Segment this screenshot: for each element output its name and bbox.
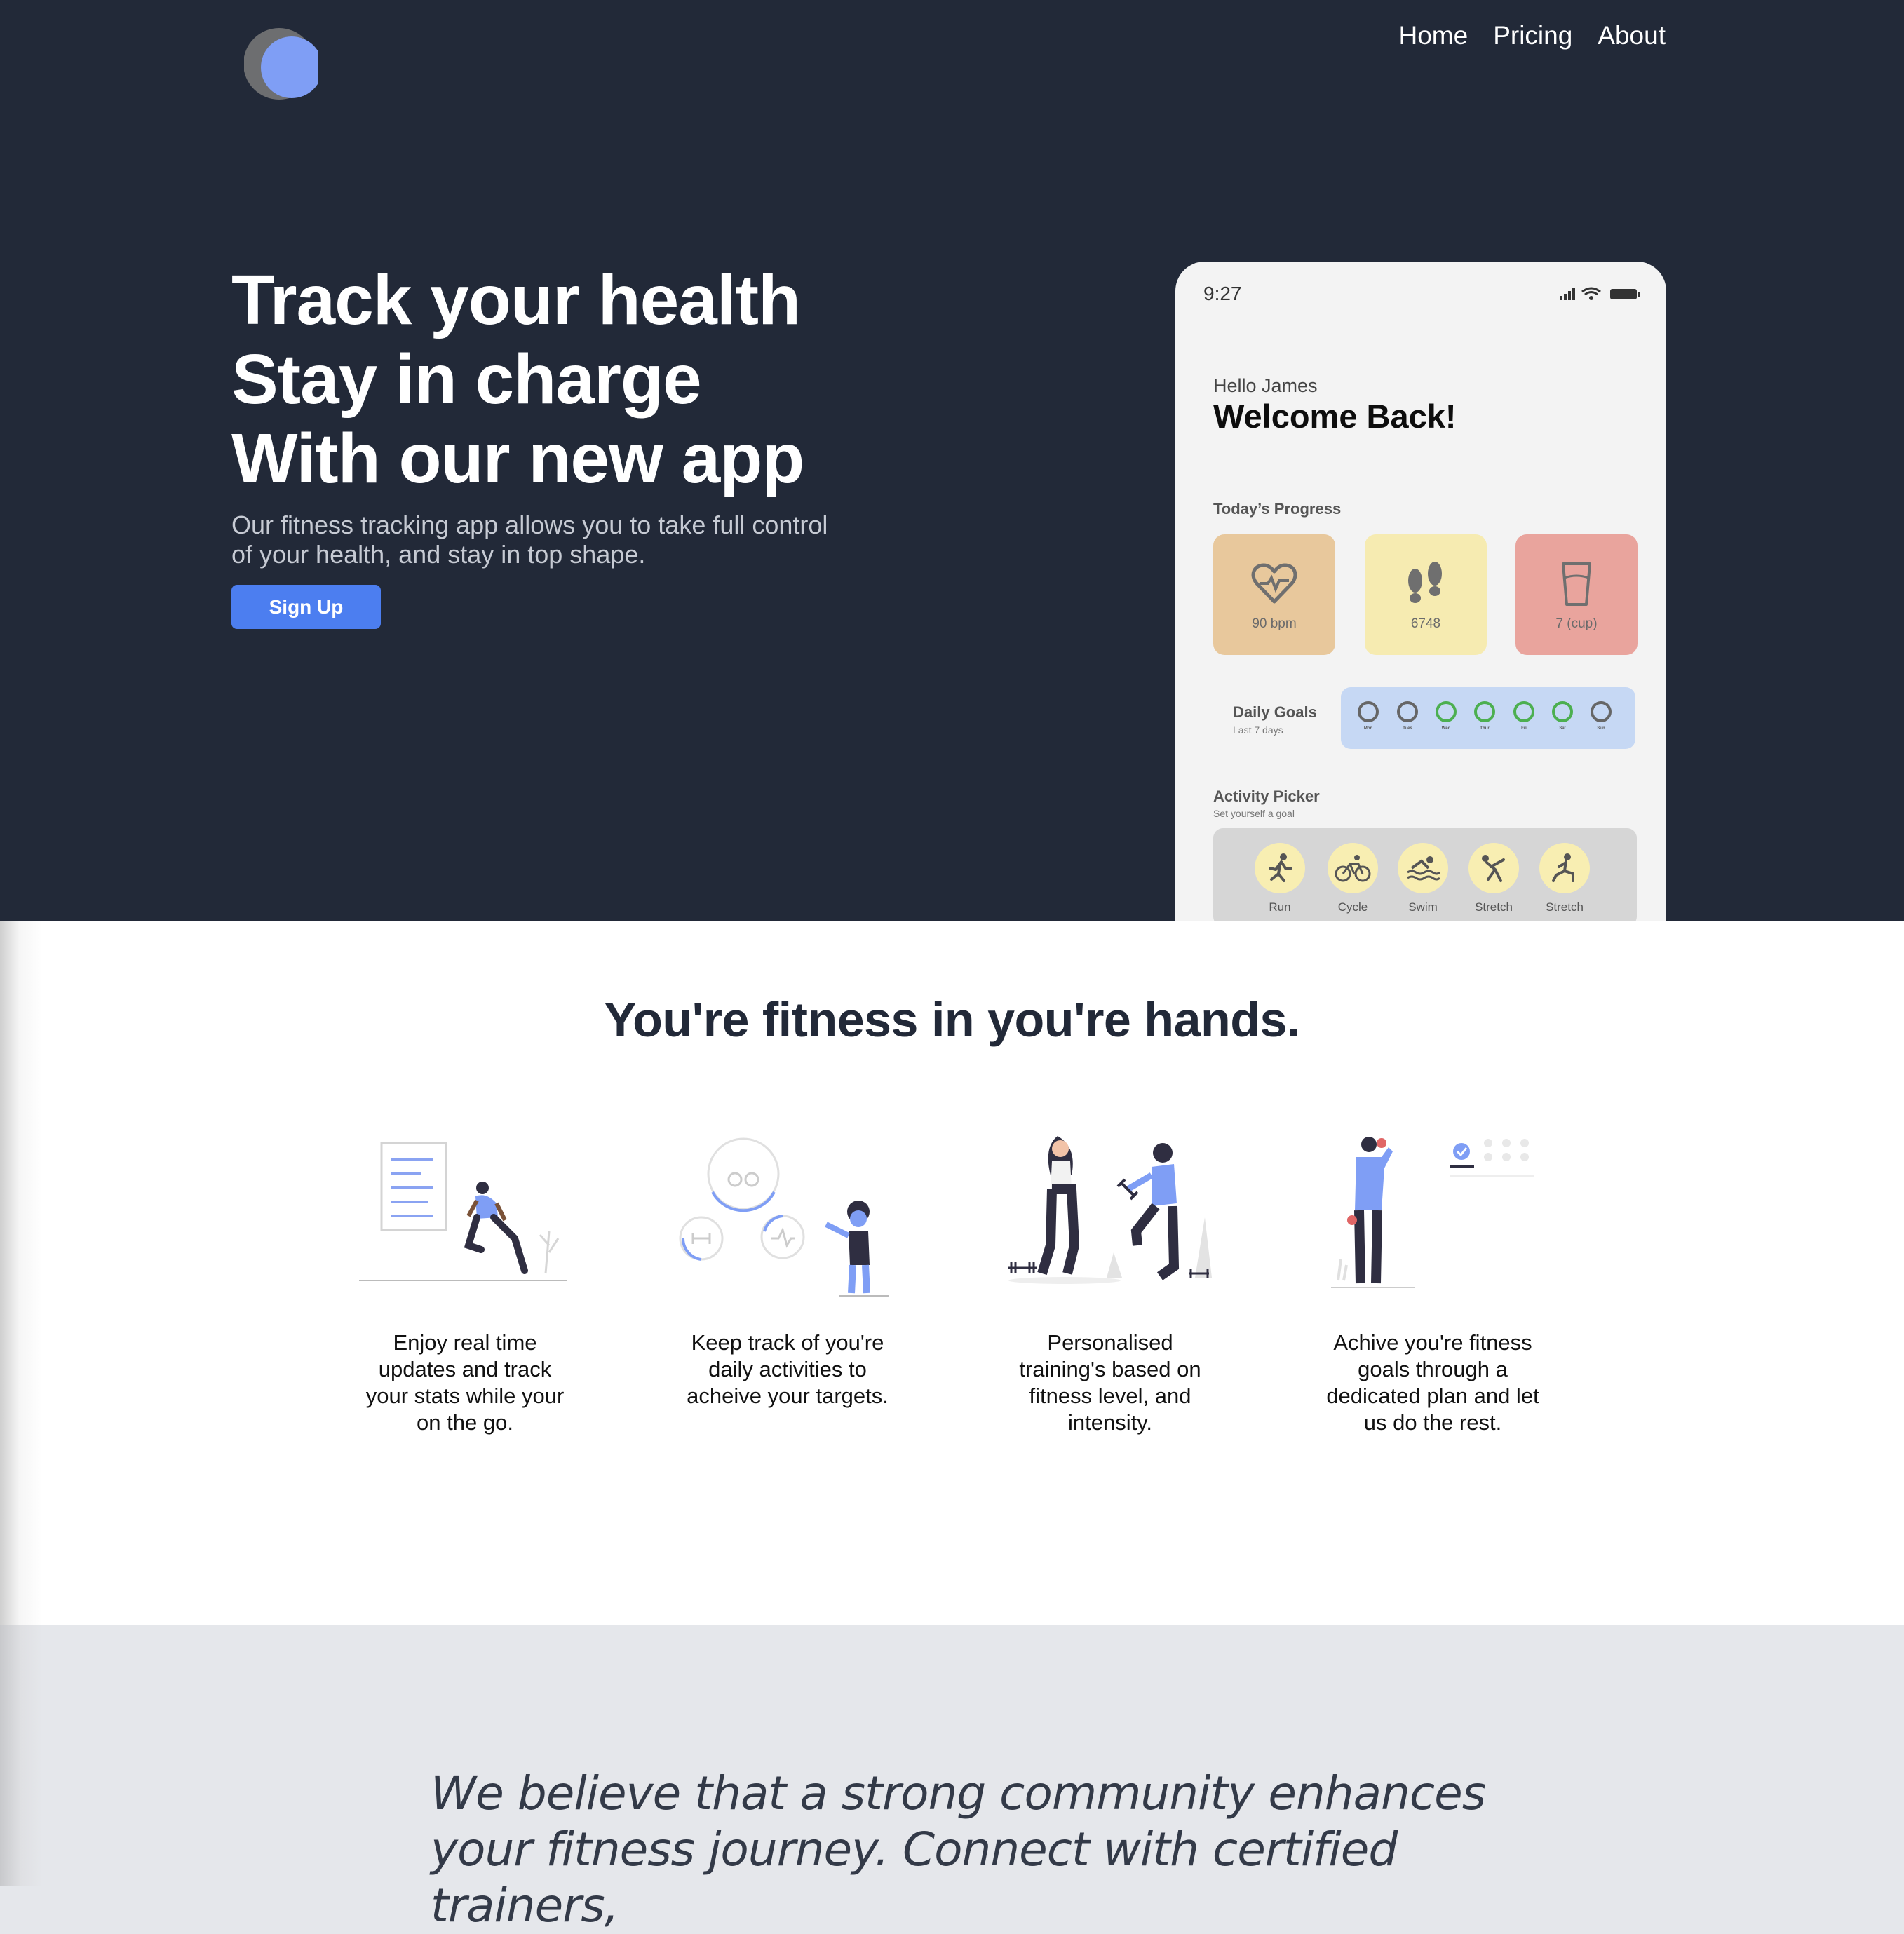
goal-day-label: Thur xyxy=(1480,726,1490,731)
goal-day-label: Fri xyxy=(1521,726,1527,731)
goal-ring xyxy=(1397,701,1418,722)
heart-rate-card[interactable]: 90 bpm xyxy=(1213,534,1335,655)
goal-day-label: Sat xyxy=(1559,726,1566,731)
goal-day-label: Tues xyxy=(1403,726,1412,731)
goal-day: Tues xyxy=(1394,701,1421,742)
stretch-icon xyxy=(1482,855,1505,882)
goal-day-label: Mon xyxy=(1363,726,1373,731)
goal-ring xyxy=(1513,701,1534,722)
feature-text: Achive you're fitness goals through a de… xyxy=(1326,1330,1539,1435)
logo-icon[interactable] xyxy=(244,27,318,101)
sign-up-button[interactable]: Sign Up xyxy=(231,585,381,629)
features-section: You're fitness in you're hands. Enjoy re… xyxy=(0,921,1904,1625)
run-icon xyxy=(1269,853,1292,882)
activity-label: Run xyxy=(1269,900,1291,914)
steps-value: 6748 xyxy=(1410,616,1441,631)
status-time: 9:27 xyxy=(1203,283,1242,304)
phone-mockup: 9:27 Hello James Welcome Back! Today’s P… xyxy=(1175,262,1666,921)
daily-goals-panel[interactable]: Mon Tues Wed Thur Fri Sat Sun xyxy=(1341,687,1635,749)
feature-text: Personalised training's based on fitness… xyxy=(1019,1330,1201,1435)
goal-ring xyxy=(1474,701,1495,722)
personal-training-illustration xyxy=(1008,1136,1212,1284)
activity-label: Stretch xyxy=(1546,900,1584,914)
features-heading: You're fitness in you're hands. xyxy=(604,992,1300,1047)
headline-line-2: Stay in charge xyxy=(231,340,702,419)
hero-subtitle: Our fitness tracking app allows you to t… xyxy=(231,510,828,569)
goal-day: Fri xyxy=(1511,701,1537,742)
goal-day: Wed xyxy=(1433,701,1459,742)
heart-rate-value: 90 bpm xyxy=(1252,616,1297,631)
feature-item: Keep track of you're daily activities to… xyxy=(679,1133,896,1409)
welcome-title: Welcome Back! xyxy=(1213,398,1457,435)
activity-cycle-button[interactable]: Cycle xyxy=(1325,843,1381,914)
activity-swim-button[interactable]: Swim xyxy=(1395,843,1451,914)
fitness-goals-illustration xyxy=(1331,1137,1534,1288)
activity-run-button[interactable]: Run xyxy=(1252,843,1308,914)
community-quote: We believe that a strong community enhan… xyxy=(431,1766,1486,1933)
goal-day: Sun xyxy=(1588,701,1614,742)
activity-lunge-button[interactable]: Stretch xyxy=(1537,843,1593,914)
goal-day: Mon xyxy=(1355,701,1382,742)
status-bar-icons xyxy=(1560,287,1640,300)
headline-line-3: With our new app xyxy=(231,419,804,498)
feature-text: Enjoy real time updates and track your s… xyxy=(365,1330,565,1435)
nav-home-link[interactable]: Home xyxy=(1398,21,1468,50)
headline-line-1: Track your health xyxy=(231,261,801,339)
goal-ring xyxy=(1552,701,1573,722)
goal-day: Thur xyxy=(1471,701,1498,742)
footprints-icon xyxy=(1408,562,1442,603)
feature-text: Keep track of you're daily activities to… xyxy=(687,1330,889,1408)
activity-picker-subtitle: Set yourself a goal xyxy=(1213,808,1295,819)
community-section: We believe that a strong community enhan… xyxy=(0,1625,1904,1933)
nav-pricing-link[interactable]: Pricing xyxy=(1493,21,1572,50)
feature-item: Personalised training's based on fitness… xyxy=(1001,1133,1219,1436)
goal-ring xyxy=(1358,701,1379,722)
activity-label: Swim xyxy=(1408,900,1438,914)
nav-about-link[interactable]: About xyxy=(1598,21,1666,50)
activity-label: Stretch xyxy=(1475,900,1513,914)
swim-icon xyxy=(1407,856,1441,881)
activity-label: Cycle xyxy=(1337,900,1368,914)
lunge-icon xyxy=(1552,853,1574,882)
water-card[interactable]: 7 (cup) xyxy=(1515,534,1638,655)
cycle-icon xyxy=(1335,855,1371,882)
hero-headline: Track your health Stay in charge With ou… xyxy=(231,261,804,499)
goal-ring xyxy=(1436,701,1457,722)
activity-tracking-illustration xyxy=(679,1137,889,1297)
water-value: 7 (cup) xyxy=(1555,616,1598,631)
goal-ring xyxy=(1591,701,1612,722)
feature-item: Achive you're fitness goals through a de… xyxy=(1324,1133,1541,1436)
steps-card[interactable]: 6748 xyxy=(1365,534,1487,655)
daily-goals-subtitle: Last 7 days xyxy=(1233,724,1283,736)
heart-rate-icon xyxy=(1251,563,1297,604)
activity-picker-title: Activity Picker xyxy=(1213,787,1320,805)
goal-day-label: Sun xyxy=(1597,726,1605,731)
goal-day: Sat xyxy=(1549,701,1576,742)
activity-stretch-button[interactable]: Stretch xyxy=(1466,843,1522,914)
feature-item: Enjoy real time updates and track your s… xyxy=(356,1133,574,1436)
todays-progress-label: Today’s Progress xyxy=(1213,500,1342,518)
main-nav: Home Pricing About xyxy=(1398,21,1666,50)
daily-goals-title: Daily Goals xyxy=(1233,703,1317,721)
runner-illustration xyxy=(359,1142,567,1281)
goal-day-label: Wed xyxy=(1441,726,1451,731)
water-cup-icon xyxy=(1562,562,1591,606)
hero-section: Home Pricing About Track your health Sta… xyxy=(0,0,1904,921)
greeting-text: Hello James xyxy=(1213,375,1318,396)
activity-picker-panel: Run Cycle Swim Stretch Stretch xyxy=(1213,828,1637,921)
